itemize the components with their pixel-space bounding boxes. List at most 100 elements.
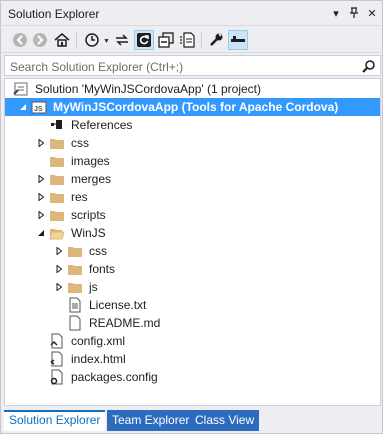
pin-icon [350,7,358,18]
tree-item-label: config.xml [71,334,126,348]
collapsed-triangle-icon[interactable] [53,278,65,296]
tree-item[interactable]: res [5,188,380,206]
xml-file-icon [49,333,65,349]
tab-solution-explorer[interactable]: Solution Explorer [4,410,106,431]
folder-icon [49,153,65,169]
folder-icon [49,207,65,223]
tree-item-label: css [71,136,89,150]
preview-icon [231,36,245,42]
folder-icon [49,171,65,187]
html-file-icon [49,351,65,367]
tree-item-label: README.md [89,316,161,330]
window-title: Solution Explorer [8,7,100,21]
back-button[interactable] [11,31,29,49]
tree-item-label: References [71,118,133,132]
tab-team-explorer[interactable]: Team Explorer [107,410,195,431]
tree-item[interactable]: fonts [5,260,380,278]
toolbar-separator [201,32,202,48]
tree-item-label: Solution 'MyWinJSCordovaApp' (1 project) [35,82,262,96]
tree-item[interactable]: merges [5,170,380,188]
home-icon [54,33,70,47]
tree-item[interactable]: README.md [5,314,380,332]
folder-open-icon [49,225,65,241]
back-arrow-icon [13,33,27,47]
refresh-icon [137,33,151,47]
chevron-down-icon[interactable]: ▼ [103,38,110,45]
tree-item[interactable]: packages.config [5,368,380,386]
tree-item[interactable]: js [5,278,380,296]
sync-icon [116,34,128,46]
expanded-triangle-icon[interactable] [35,224,47,242]
tree-item[interactable]: css [5,242,380,260]
search-icon[interactable] [362,59,376,73]
tree-item-label: js [89,280,98,294]
collapsed-triangle-icon[interactable] [35,206,47,224]
tree-item[interactable]: JS MyWinJSCordovaApp (Tools for Apache Co… [5,98,380,116]
preview-selected-items-button[interactable] [228,30,248,50]
tree-item-label: images [71,154,110,168]
collapse-all-button[interactable] [157,31,175,49]
refresh-button[interactable] [134,30,154,50]
folder-icon [49,189,65,205]
collapse-all-icon [158,32,174,48]
forward-arrow-icon [33,33,47,47]
pending-changes-filter-button[interactable] [83,31,101,49]
solution-icon [13,81,29,97]
references-icon [49,117,65,133]
tree-item-label: index.html [71,352,126,366]
folder-icon [67,243,83,259]
tree-item-label: WinJS [71,226,106,240]
tree-item-label: License.txt [89,298,147,312]
svg-text:JS: JS [34,106,43,113]
search-placeholder: Search Solution Explorer (Ctrl+;) [10,60,184,74]
collapsed-triangle-icon[interactable] [53,260,65,278]
auto-hide-pin-button[interactable] [346,5,362,21]
text-file-icon [67,297,83,313]
config-file-icon [49,369,65,385]
collapsed-triangle-icon[interactable] [35,188,47,206]
wrench-icon [210,33,223,46]
tree-item-label: merges [71,172,112,186]
tree-item-label: scripts [71,208,106,222]
tree-item-label: res [71,190,88,204]
file-icon [67,315,83,331]
tree-item[interactable]: License.txt [5,296,380,314]
title-bar: Solution Explorer ▾ ✕ [2,2,381,26]
tree-item-label: css [89,244,107,258]
js-project-icon: JS [31,99,47,115]
show-all-files-icon [180,32,195,48]
solution-tree[interactable]: Solution 'MyWinJSCordovaApp' (1 project)… [4,78,381,406]
tree-item-label: MyWinJSCordovaApp (Tools for Apache Cord… [53,100,339,114]
search-box[interactable]: Search Solution Explorer (Ctrl+;) [4,55,381,76]
expanded-triangle-icon[interactable] [17,98,29,116]
window-position-dropdown-button[interactable]: ▾ [328,5,344,21]
folder-icon [67,279,83,295]
sync-with-active-document-button[interactable] [113,31,131,49]
tree-item[interactable]: css [5,134,380,152]
toolbar: ▼ [2,27,381,53]
tree-item[interactable]: Solution 'MyWinJSCordovaApp' (1 project) [5,80,380,98]
collapsed-triangle-icon[interactable] [35,134,47,152]
tree-item-label: fonts [89,262,116,276]
bottom-tab-strip: Solution Explorer Team Explorer Class Vi… [2,410,381,432]
clock-icon [85,33,99,47]
show-all-files-button[interactable] [179,31,197,49]
tab-class-view[interactable]: Class View [190,410,260,431]
home-button[interactable] [53,31,71,49]
folder-icon [67,261,83,277]
tree-item-label: packages.config [71,370,158,384]
tree-item[interactable]: References [5,116,380,134]
solution-explorer-window: Solution Explorer ▾ ✕ ▼ Search Solution … [0,0,383,434]
tree-item[interactable]: WinJS [5,224,380,242]
collapsed-triangle-icon[interactable] [35,170,47,188]
folder-icon [49,135,65,151]
forward-button[interactable] [31,31,49,49]
properties-button[interactable] [207,31,225,49]
close-button[interactable]: ✕ [364,5,380,21]
collapsed-triangle-icon[interactable] [53,242,65,260]
toolbar-separator [76,32,77,48]
tree-item[interactable]: images [5,152,380,170]
tree-item[interactable]: config.xml [5,332,380,350]
tree-item[interactable]: index.html [5,350,380,368]
tree-item[interactable]: scripts [5,206,380,224]
